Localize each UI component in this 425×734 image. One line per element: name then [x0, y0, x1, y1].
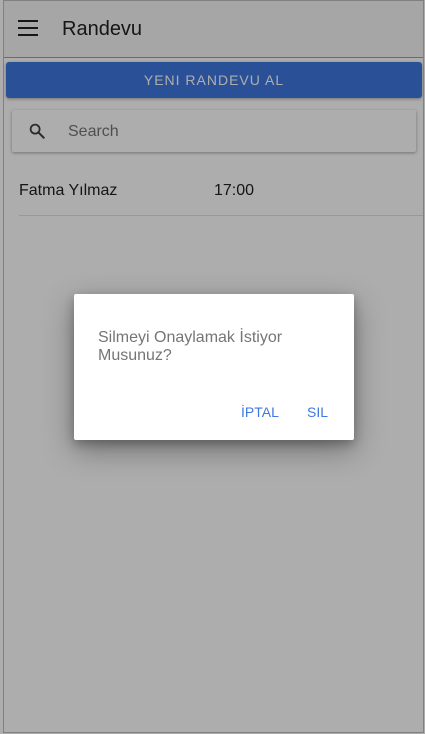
confirm-delete-dialog: Silmeyi Onaylamak İstiyor Musunuz? İPTAL…	[74, 294, 354, 440]
dialog-message: Silmeyi Onaylamak İstiyor Musunuz?	[98, 329, 283, 364]
cancel-button[interactable]: İPTAL	[241, 404, 279, 420]
delete-button[interactable]: SIL	[307, 404, 328, 420]
